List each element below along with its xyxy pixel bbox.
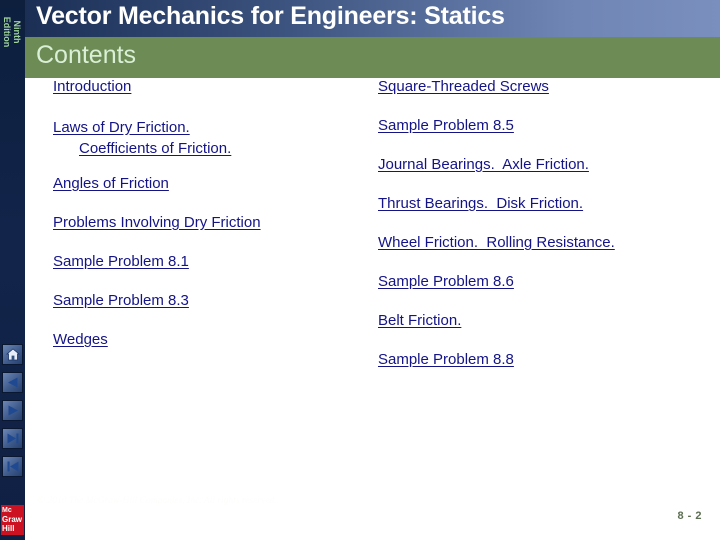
toc-link-sample-problem-8-8[interactable]: Sample Problem 8.8: [378, 351, 708, 368]
contents-left-column: Introduction Laws of Dry Friction. Coeffi…: [53, 78, 373, 370]
skip-backward-icon: [6, 460, 20, 473]
first-slide-button[interactable]: [2, 456, 23, 477]
toc-link-sample-problem-8-1[interactable]: Sample Problem 8.1: [53, 253, 373, 270]
contents-body: Introduction Laws of Dry Friction. Coeffi…: [25, 78, 720, 540]
toc-link-introduction[interactable]: Introduction: [53, 78, 373, 95]
section-title: Contents: [36, 41, 137, 69]
toc-link-wheel-friction[interactable]: Wheel Friction. Rolling Resistance.: [378, 234, 708, 251]
toc-link-sample-problem-8-3[interactable]: Sample Problem 8.3: [53, 292, 373, 309]
logo-line-3: Hill: [2, 524, 15, 533]
previous-button[interactable]: [2, 372, 23, 393]
logo-line-1: Mc: [2, 507, 12, 514]
page-number: 8 - 2: [677, 510, 702, 522]
edition-line-2: Edition: [2, 16, 12, 48]
logo-line-2: Graw: [2, 515, 23, 524]
toc-link-problems-involving-dry-friction[interactable]: Problems Involving Dry Friction: [53, 214, 373, 231]
toc-link-laws-of-dry-friction[interactable]: Laws of Dry Friction. Coefficients of Fri…: [53, 117, 373, 159]
triangle-left-icon: [6, 376, 20, 389]
presentation-slide: Ninth Edition Mc Graw Hill Vector Mechan…: [0, 0, 720, 540]
toc-link-square-threaded-screws[interactable]: Square-Threaded Screws: [378, 78, 708, 95]
edition-line-1: Ninth: [12, 20, 22, 44]
skip-forward-icon: [6, 432, 20, 445]
toc-link-journal-bearings[interactable]: Journal Bearings. Axle Friction.: [378, 156, 708, 173]
toc-link-sample-problem-8-5[interactable]: Sample Problem 8.5: [378, 117, 708, 134]
toc-link-angles-of-friction[interactable]: Angles of Friction: [53, 175, 373, 192]
triangle-right-icon: [6, 404, 20, 417]
home-icon: [5, 348, 20, 361]
next-button[interactable]: [2, 400, 23, 421]
left-sidebar: Ninth Edition Mc Graw Hill: [0, 0, 25, 540]
toc-link-belt-friction[interactable]: Belt Friction.: [378, 312, 708, 329]
home-button[interactable]: [2, 344, 23, 365]
edition-label: Ninth Edition: [2, 0, 22, 68]
slide-title: Vector Mechanics for Engineers: Statics: [36, 2, 505, 30]
contents-right-column: Square-Threaded Screws Sample Problem 8.…: [378, 78, 708, 390]
copyright-notice: © 2010 The McGraw-Hill Companies, Inc. A…: [38, 496, 277, 506]
toc-link-thrust-bearings[interactable]: Thrust Bearings. Disk Friction.: [378, 195, 708, 212]
toc-link-sample-problem-8-6[interactable]: Sample Problem 8.6: [378, 273, 708, 290]
mcgraw-hill-logo: Mc Graw Hill: [1, 505, 24, 535]
last-slide-button[interactable]: [2, 428, 23, 449]
toc-link-wedges[interactable]: Wedges: [53, 331, 373, 348]
